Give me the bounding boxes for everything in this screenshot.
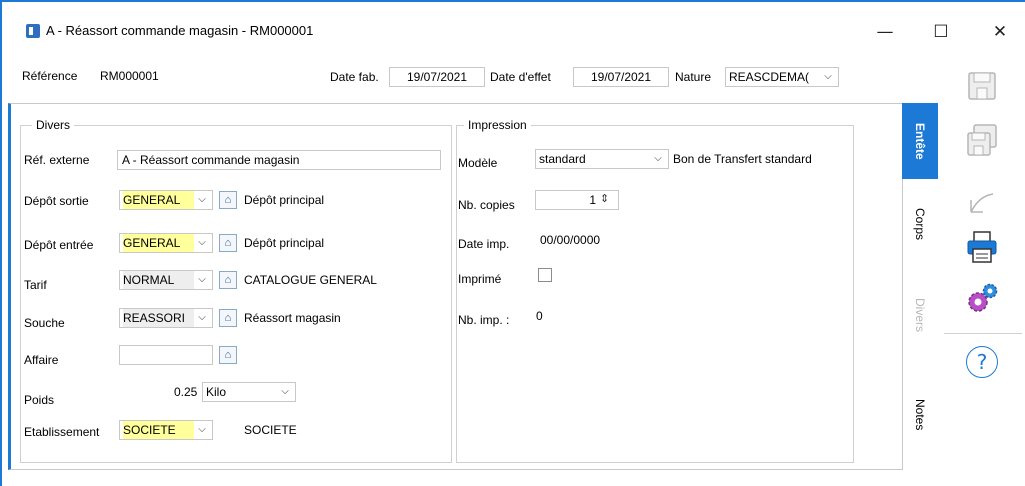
imprime-label: Imprimé: [458, 272, 502, 286]
depot-entree-value: GENERAL: [123, 234, 194, 252]
undo-icon: [970, 193, 994, 213]
print-button[interactable]: [960, 227, 1004, 267]
poids-unit-value: Kilo: [206, 385, 227, 399]
chevron-down-icon: ⌵: [198, 312, 206, 323]
chevron-down-icon: ⌵: [824, 71, 832, 82]
nb-imp-value: 0: [536, 309, 543, 323]
tarif-label: Tarif: [24, 278, 47, 292]
chevron-down-icon: ⌵: [654, 153, 662, 164]
date-effet-field[interactable]: 19/07/2021: [573, 67, 669, 87]
save-all-icon: [967, 124, 997, 156]
nature-value: REASCDEMA(: [729, 70, 810, 84]
modele-desc: Bon de Transfert standard: [673, 152, 812, 166]
divers-legend: Divers: [32, 118, 75, 132]
impression-group: [456, 125, 854, 463]
save-all-button[interactable]: [960, 120, 1004, 160]
print-icon: [967, 231, 997, 263]
date-fab-label: Date fab.: [330, 70, 379, 84]
depot-sortie-label: Dépôt sortie: [24, 194, 89, 208]
help-icon: ?: [966, 346, 998, 378]
toolbar-separator: [944, 333, 1022, 334]
home-icon[interactable]: ⌂: [219, 271, 237, 289]
date-fab-field[interactable]: 19/07/2021: [389, 67, 485, 87]
help-glyph: ?: [976, 350, 988, 374]
tarif-value: NORMAL: [123, 271, 194, 289]
depot-sortie-value: GENERAL: [123, 191, 194, 209]
reference-label: Référence: [22, 69, 78, 83]
nb-imp-label: Nb. imp. :: [458, 313, 510, 327]
imprime-checkbox[interactable]: [538, 268, 552, 282]
chevron-down-icon: ⌵: [281, 386, 289, 397]
reference-value: RM000001: [100, 69, 159, 83]
save-icon: [968, 72, 996, 100]
etablissement-label: Etablissement: [24, 425, 100, 439]
ref-externe-field[interactable]: A - Réassort commande magasin: [117, 150, 441, 170]
divers-group: [20, 125, 452, 463]
chevron-down-icon: ⌵: [198, 424, 206, 435]
tab-notes[interactable]: Notes: [902, 361, 938, 469]
modele-value: standard: [539, 152, 586, 166]
app-window: A - Réassort commande magasin - RM000001…: [0, 0, 1025, 486]
nb-copies-label: Nb. copies: [458, 198, 515, 212]
ref-externe-label: Réf. externe: [24, 153, 90, 167]
tab-entete[interactable]: Entête: [902, 103, 938, 179]
etablissement-select[interactable]: SOCIETE ⌵: [119, 420, 213, 440]
affaire-field[interactable]: [119, 345, 213, 365]
chevron-down-icon: ⌵: [198, 194, 206, 205]
home-icon[interactable]: ⌂: [219, 191, 237, 209]
modele-select[interactable]: standard ⌵: [535, 149, 669, 169]
poids-label: Poids: [24, 393, 55, 407]
souche-label: Souche: [24, 316, 65, 330]
home-icon[interactable]: ⌂: [219, 234, 237, 252]
tab-divers: Divers: [913, 297, 927, 332]
tarif-select[interactable]: NORMAL ⌵: [119, 270, 213, 290]
date-imp-label: Date imp.: [458, 237, 510, 251]
gears-icon: [968, 283, 998, 312]
souche-select[interactable]: REASSORI ⌵: [119, 308, 213, 328]
close-button[interactable]: ✕: [978, 18, 1022, 46]
date-imp-value: 00/00/0000: [540, 233, 601, 247]
affaire-label: Affaire: [24, 353, 59, 367]
save-button[interactable]: [960, 66, 1004, 106]
depot-sortie-desc: Dépôt principal: [244, 193, 325, 207]
depot-entree-select[interactable]: GENERAL ⌵: [119, 233, 213, 253]
app-icon: [26, 24, 40, 38]
help-button[interactable]: ?: [960, 342, 1004, 382]
window-title: A - Réassort commande magasin - RM000001: [46, 23, 314, 38]
souche-value: REASSORI: [123, 309, 194, 327]
spin-icon[interactable]: ⇕: [600, 192, 609, 205]
impression-legend: Impression: [464, 118, 531, 132]
settings-button[interactable]: [960, 279, 1004, 319]
chevron-down-icon: ⌵: [198, 274, 206, 285]
minimize-button[interactable]: —: [863, 18, 907, 46]
depot-entree-label: Dépôt entrée: [24, 238, 94, 252]
poids-value: 0.25: [174, 385, 198, 399]
maximize-button[interactable]: ☐: [919, 18, 963, 46]
tab-corps[interactable]: Corps: [902, 179, 938, 269]
depot-sortie-select[interactable]: GENERAL ⌵: [119, 190, 213, 210]
etablissement-value: SOCIETE: [123, 421, 194, 439]
souche-desc: Réassort magasin: [244, 311, 341, 325]
chevron-down-icon: ⌵: [198, 237, 206, 248]
poids-unit-select[interactable]: Kilo ⌵: [202, 382, 296, 402]
home-icon[interactable]: ⌂: [219, 309, 237, 327]
etablissement-desc: SOCIETE: [244, 423, 297, 437]
home-icon[interactable]: ⌂: [219, 346, 237, 364]
undo-button[interactable]: [960, 183, 1004, 223]
modele-label: Modèle: [458, 156, 498, 170]
nature-select[interactable]: REASCDEMA( ⌵: [725, 67, 839, 87]
tarif-desc: CATALOGUE GENERAL: [244, 273, 377, 287]
depot-entree-desc: Dépôt principal: [244, 236, 325, 250]
vertical-tabs: Entête Corps Divers Notes: [902, 103, 938, 470]
nature-label: Nature: [675, 70, 712, 84]
date-effet-label: Date d'effet: [490, 70, 551, 84]
